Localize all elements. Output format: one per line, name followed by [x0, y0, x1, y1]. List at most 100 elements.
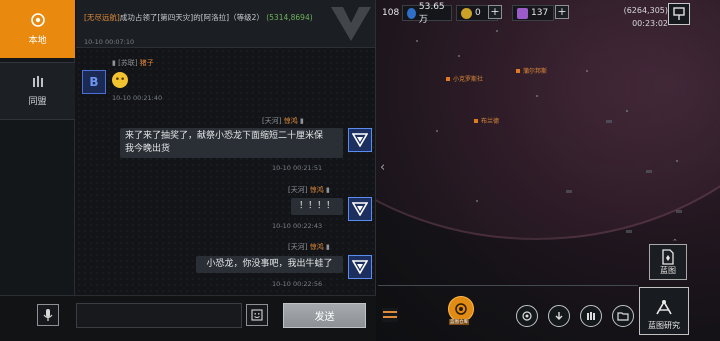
tab-local[interactable]: 本地: [0, 0, 75, 58]
gold-icon: [461, 7, 472, 19]
system-coord-link[interactable]: (5314,8694): [266, 13, 312, 22]
tab-alliance-label: 同盟: [28, 97, 47, 107]
add-gold-button[interactable]: +: [488, 5, 502, 19]
menu-lines-icon[interactable]: [382, 308, 398, 322]
system-text: 成功占领了[第四天灾]的[阿洛拉]（等级2）: [119, 13, 264, 22]
galaxy-button[interactable]: [516, 305, 538, 327]
star: [676, 160, 678, 162]
crystal-icon: [517, 7, 528, 19]
chevron-down-icon: [352, 133, 368, 147]
folder-icon: [617, 312, 629, 321]
message-bubble[interactable]: 小恐龙，你没事吧，我出牛蛙了: [196, 256, 343, 273]
blueprint-icon: [662, 248, 674, 265]
message-text-line: 来了来了抽奖了，献祭小恐龙下面缩短二十厘米保: [125, 131, 324, 141]
message-meta: ▮ [苏联] 猪子: [112, 58, 154, 68]
sender-name[interactable]: 惊鸿: [310, 243, 324, 251]
map-poi-1[interactable]: 小克罗斯社: [446, 74, 483, 83]
emoji-sticker: ••: [112, 72, 128, 88]
tab-alliance[interactable]: 同盟: [0, 62, 75, 120]
star: [458, 55, 460, 57]
poi-marker-icon: [516, 68, 520, 73]
system-message-text: [无尽远航]成功占领了[第四天灾]的[阿洛拉]（等级2） (5314,8694): [84, 12, 313, 23]
emoji-button[interactable]: [246, 304, 268, 326]
avatar[interactable]: B: [82, 70, 106, 94]
arrow-down-icon: [555, 312, 563, 320]
alliance-tag: [天河]: [288, 186, 308, 194]
poi-label: 布兰德: [481, 118, 500, 125]
alliance-icon: [32, 76, 43, 87]
chat-input[interactable]: [76, 303, 242, 328]
alliance-tag: [天河]: [288, 243, 308, 251]
avatar[interactable]: [348, 128, 372, 152]
galaxy-icon: [522, 311, 532, 321]
sender-name[interactable]: 惊鸿: [284, 117, 298, 125]
chevron-down-icon: [352, 202, 368, 216]
avatar-letter: B: [89, 75, 99, 89]
star: [626, 110, 628, 112]
chevron-down-icon: [352, 260, 368, 274]
star: [416, 40, 418, 42]
blueprint-button[interactable]: 蓝图: [649, 244, 687, 280]
credits-value: 53.65万: [418, 1, 445, 25]
fleet-marker[interactable]: [676, 210, 682, 213]
message-time: 10-10 00:22:56: [272, 280, 323, 288]
chat-tabs: 本地 同盟: [0, 0, 75, 341]
alliance-tag: [天河]: [262, 117, 282, 125]
fleet-marker[interactable]: [626, 230, 632, 233]
folder-button[interactable]: [612, 305, 634, 327]
message-text-line: 我今晚出货: [125, 144, 171, 154]
alliance-emblem-icon: [331, 7, 371, 41]
poi-marker-icon: [446, 76, 450, 81]
star: [476, 200, 478, 202]
territory-arc: [376, 0, 720, 240]
star: [436, 130, 438, 132]
fleet-marker[interactable]: [606, 120, 612, 123]
crystal-value: 137: [531, 8, 549, 18]
sender-name[interactable]: 惊鸿: [310, 186, 324, 194]
system-message: [无尽远航]成功占领了[第四天灾]的[阿洛拉]（等级2） (5314,8694)…: [76, 0, 375, 48]
target-icon: [30, 13, 45, 27]
avatar[interactable]: [348, 197, 372, 221]
system-tag: [无尽远航]: [84, 13, 120, 22]
fleet-button[interactable]: [580, 305, 602, 327]
download-button[interactable]: [548, 305, 570, 327]
star: [586, 70, 588, 72]
locate-button[interactable]: [668, 3, 690, 25]
chevron-left-icon[interactable]: ‹: [380, 160, 385, 175]
rank-icon: ▮: [325, 186, 330, 194]
fleet-marker[interactable]: [566, 190, 572, 193]
message-bubble[interactable]: 来了来了抽奖了，献祭小恐龙下面缩短二十厘米保 我今晚出货: [120, 128, 343, 158]
research-label: 蓝图研究: [648, 321, 680, 330]
research-icon: [656, 300, 672, 315]
map-poi-2[interactable]: 蒲尔邦斯: [516, 66, 547, 75]
avatar[interactable]: [348, 255, 372, 279]
star: [536, 95, 538, 97]
tab-local-label: 本地: [28, 36, 47, 46]
rank-icon: ▮: [299, 117, 304, 125]
poi-label: 蒲尔邦斯: [523, 68, 548, 75]
sender-name[interactable]: 猪子: [140, 59, 154, 67]
chat-panel: 本地 同盟 [无尽远航]成功占领了[第四天灾]的[阿洛拉]（等级2） (5314…: [0, 0, 376, 341]
send-button[interactable]: 发送: [283, 303, 366, 328]
flag-icon: [673, 7, 685, 20]
blueprint-research-button[interactable]: 蓝图研究: [639, 287, 689, 335]
fleet-marker[interactable]: [646, 170, 652, 173]
star: [496, 30, 498, 32]
gold-value: 0: [475, 8, 481, 18]
microphone-icon: [43, 309, 53, 321]
fuel-value: 108: [382, 8, 400, 18]
rank-icon: ▮: [112, 59, 116, 67]
rank-icon: ▮: [325, 243, 330, 251]
add-crystal-button[interactable]: +: [555, 5, 569, 19]
alliance-tag: [苏联]: [118, 59, 138, 67]
poi-marker-icon: [474, 118, 478, 123]
coordinates-display: (6264,305) 00:23:02: [624, 4, 668, 30]
blueprint-label: 蓝图: [660, 265, 676, 275]
fuel-counter: 108: [378, 5, 400, 21]
voice-button[interactable]: [37, 304, 59, 326]
smiley-icon: [251, 309, 263, 321]
message-bubble[interactable]: ！！！！: [291, 198, 343, 215]
map-poi-3[interactable]: 布兰德: [474, 116, 499, 125]
system-time: 10-10 00:07:10: [84, 38, 135, 46]
message-list[interactable]: [无尽远航]成功占领了[第四天灾]的[阿洛拉]（等级2） (5314,8694)…: [76, 0, 375, 295]
